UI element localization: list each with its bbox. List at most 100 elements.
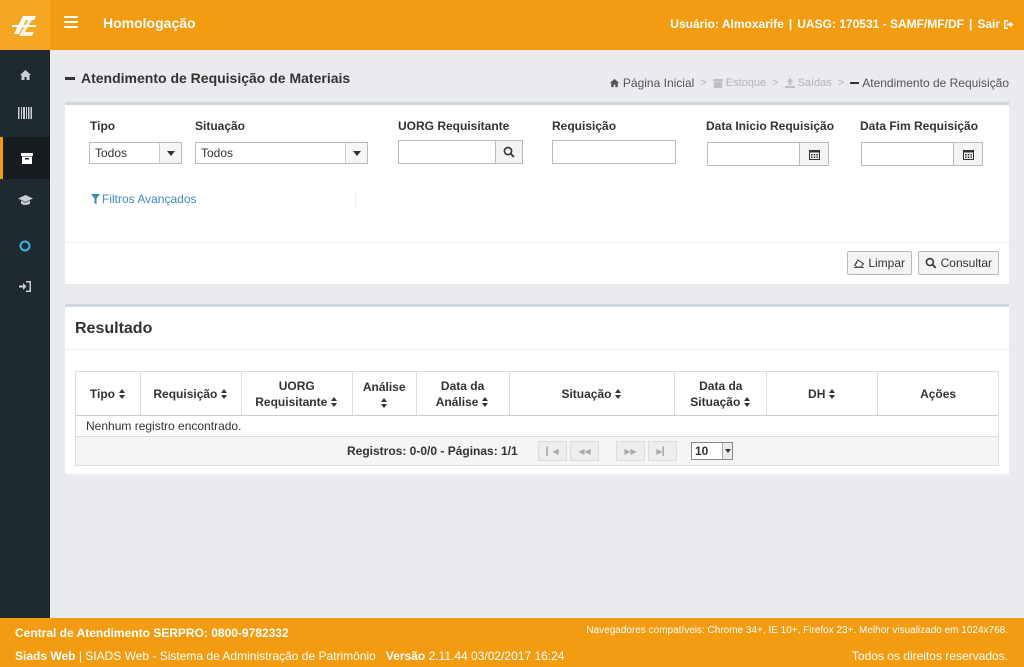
column-label-line2: Requisitante: [255, 394, 328, 409]
circle-icon: [19, 240, 31, 252]
sidebar-item-signin[interactable]: [0, 265, 50, 307]
sort-icon: [482, 396, 489, 407]
breadcrumb-home-label: Página Inicial: [622, 76, 695, 90]
menu-toggle-icon[interactable]: [64, 16, 78, 30]
eraser-icon: [854, 258, 865, 268]
divider: [65, 242, 1009, 243]
data-inicio-calendar-button[interactable]: [799, 142, 829, 166]
sort-icon: [744, 396, 751, 407]
column-label-line1: Data da: [699, 378, 743, 393]
last-page-button[interactable]: ▶▎: [648, 441, 677, 461]
sidebar-item-circle[interactable]: [0, 225, 50, 267]
user-info: Usuário: Almoxarife | UASG: 170531 - SAM…: [670, 17, 1014, 31]
sidebar-item-estoque[interactable]: [0, 137, 50, 179]
sidebar-item-barcode[interactable]: [0, 92, 50, 134]
home-icon: [609, 78, 619, 88]
logo[interactable]: [0, 0, 50, 50]
column-label: UORG Requisitante: [255, 378, 338, 410]
column-header-requisicao[interactable]: Requisição: [141, 372, 242, 415]
table-header: Tipo Requisição UORG Requisitante Anális…: [76, 372, 998, 416]
column-label-line2: Análise: [435, 394, 479, 409]
logout-link[interactable]: Sair: [977, 17, 1014, 31]
breadcrumb-estoque-label: Estoque: [725, 77, 767, 89]
empty-message: Nenhum registro encontrado.: [76, 416, 998, 437]
logout-label: Sair: [977, 17, 1000, 31]
search-button[interactable]: Consultar: [918, 251, 999, 275]
sign-out-icon: [1004, 19, 1014, 29]
data-fim-label: Data Fim Requisição: [860, 119, 979, 133]
chevron-down-icon: [722, 443, 732, 459]
search-icon: [925, 257, 937, 269]
calendar-icon: [808, 149, 820, 160]
column-label: Data da Análise: [436, 378, 490, 410]
divider: [65, 349, 1009, 350]
column-label-line2-wrap: Requisitante: [255, 394, 338, 410]
top-bar: Homologação Usuário: Almoxarife | UASG: …: [0, 0, 1024, 50]
page-title: Atendimento de Requisição de Materiais: [65, 70, 350, 86]
breadcrumb-home[interactable]: Página Inicial: [609, 76, 694, 90]
sign-in-icon: [19, 280, 31, 292]
column-header-tipo[interactable]: Tipo: [76, 372, 141, 415]
column-header-uorg[interactable]: UORG Requisitante: [242, 372, 353, 415]
user-label: Usuário: Almoxarife: [670, 17, 784, 31]
uorg-input[interactable]: [398, 140, 496, 164]
graduation-cap-icon: [17, 194, 33, 205]
breadcrumb: Página Inicial > Estoque > Saídas > Aten…: [609, 76, 1009, 90]
clear-button[interactable]: Limpar: [847, 251, 912, 275]
rights: Todos os direitos reservados.: [851, 649, 1008, 663]
first-page-button[interactable]: ▎◀: [538, 441, 567, 461]
breadcrumb-estoque[interactable]: Estoque: [712, 77, 767, 89]
uorg-label: UORG Requisitante: [398, 119, 510, 133]
data-inicio-input[interactable]: [707, 142, 800, 166]
column-label-line1: Análise: [362, 380, 406, 394]
data-fim-input[interactable]: [861, 142, 954, 166]
version-label: Versão: [385, 649, 426, 663]
uorg-search-button[interactable]: [495, 140, 523, 164]
breadcrumb-current-label: Atendimento de Requisição: [862, 76, 1009, 90]
breadcrumb-saidas[interactable]: Saídas: [784, 77, 832, 89]
chevron-down-icon: [345, 143, 367, 163]
prev-page-button[interactable]: ◀◀: [570, 441, 599, 461]
home-icon: [19, 70, 31, 80]
column-header-data-analise[interactable]: Data da Análise: [417, 372, 510, 415]
column-header-analise[interactable]: Análise: [353, 372, 417, 415]
filter-panel: Tipo Todos Situação Todos UORG Requisita…: [65, 102, 1009, 284]
upload-icon: [784, 78, 795, 88]
rows-per-page-select[interactable]: 10: [691, 442, 733, 460]
situacao-select[interactable]: Todos: [195, 142, 368, 164]
siads-logo-icon: [12, 16, 36, 36]
column-label: Ações: [920, 386, 957, 401]
uasg-label: UASG: 170531 - SAMF/MF/DF: [797, 17, 964, 31]
page-header: Atendimento de Requisição de Materiais P…: [65, 70, 1009, 94]
column-header-situacao[interactable]: Situação: [510, 372, 676, 415]
column-label-line1: Data da: [440, 378, 485, 393]
column-label-line1: UORG: [278, 378, 315, 393]
sort-icon: [615, 388, 622, 399]
sort-icon: [221, 388, 228, 399]
calendar-icon: [962, 149, 974, 160]
app-info: Siads Web | SIADS Web - Sistema de Admin…: [15, 649, 564, 663]
next-page-button[interactable]: ▶▶: [616, 441, 645, 461]
breadcrumb-current: Atendimento de Requisição: [850, 76, 1009, 90]
browser-compat: Navegadores compatíveis: Chrome 34+, IE …: [586, 625, 1008, 636]
advanced-filters-link[interactable]: Filtros Avançados: [91, 192, 197, 206]
requisicao-input[interactable]: [552, 140, 676, 164]
situacao-select-value: Todos: [201, 146, 234, 160]
divider: [355, 191, 356, 209]
tipo-select[interactable]: Todos: [89, 142, 182, 164]
chevron-down-icon: [159, 143, 181, 163]
column-header-dh[interactable]: DH: [767, 372, 879, 415]
sort-icon: [119, 388, 126, 399]
column-header-data-situacao[interactable]: Data da Situação: [675, 372, 768, 415]
sort-icon: [331, 396, 338, 407]
archive-icon: [712, 78, 723, 88]
search-button-label: Consultar: [940, 256, 992, 270]
data-fim-calendar-button[interactable]: [953, 142, 983, 166]
footer: Central de Atendimento SERPRO: 0800-9782…: [0, 618, 1024, 667]
column-label: Data da Situação: [690, 378, 751, 410]
filter-icon: [91, 193, 100, 204]
sidebar-item-home[interactable]: [0, 54, 50, 96]
sidebar-item-training[interactable]: [0, 179, 50, 221]
minus-icon: [65, 76, 75, 80]
rows-per-page-value: 10: [695, 444, 709, 458]
